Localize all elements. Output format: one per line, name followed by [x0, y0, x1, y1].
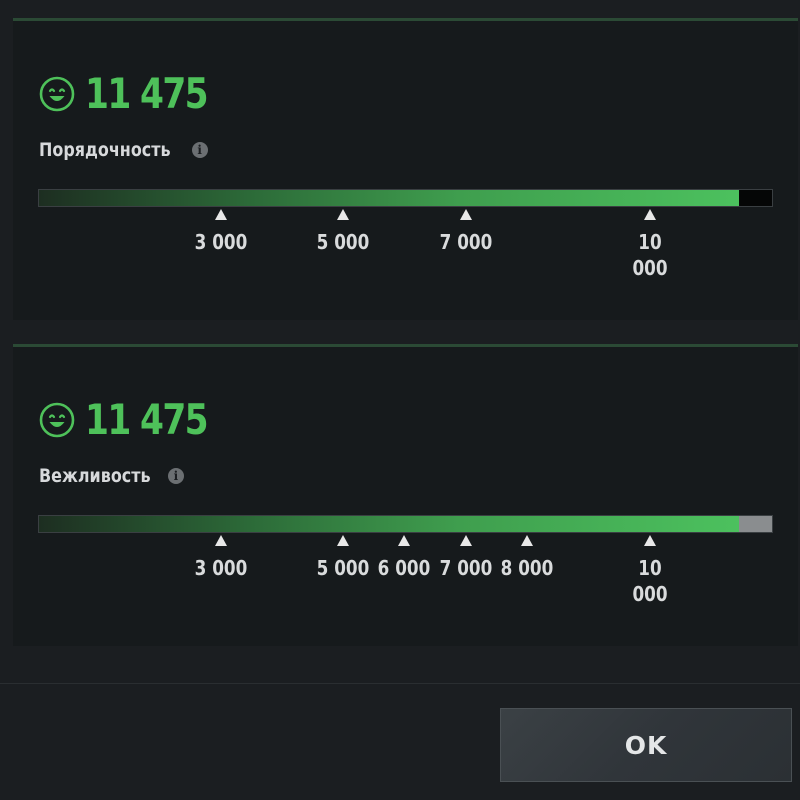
tick-marker — [337, 535, 350, 546]
label-row: Вежливость i — [39, 463, 184, 489]
tick-label: 8 000 — [500, 556, 554, 580]
tick-marker — [459, 535, 472, 546]
tick-label: 6 000 — [377, 556, 431, 580]
footer-divider — [0, 683, 800, 684]
tick-label: 3 000 — [194, 230, 248, 254]
info-icon[interactable]: i — [167, 468, 184, 484]
conduct-progress-fill — [39, 190, 739, 206]
tick-marker — [215, 535, 227, 546]
label-row: Порядочность i — [39, 137, 208, 163]
courtesy-score: 11 475 — [85, 395, 209, 444]
score-row: 11 475 — [39, 69, 234, 119]
conduct-progress-remainder — [739, 190, 772, 206]
info-icon[interactable]: i — [191, 142, 208, 158]
conduct-panel: 11 475 Порядочность i 3 000 5 000 7 000 10 … — [13, 18, 798, 320]
tick-label: 7 000 — [439, 230, 493, 254]
conduct-label: Порядочность — [39, 139, 171, 161]
courtesy-progress-fill — [39, 516, 739, 532]
tick-marker — [215, 209, 227, 220]
courtesy-progress-bar — [38, 515, 773, 533]
tick-label: 7 000 — [439, 556, 493, 580]
tick-label: 10 000 — [631, 556, 668, 606]
smiley-face-icon — [39, 402, 75, 438]
tick-marker — [643, 535, 656, 546]
smiley-face-icon — [39, 76, 75, 112]
tick-label: 3 000 — [194, 556, 248, 580]
tick-label: 10 000 — [631, 230, 668, 280]
score-row: 11 475 — [39, 395, 234, 445]
tick-marker — [337, 209, 350, 220]
tick-marker — [398, 535, 411, 546]
tick-marker — [520, 535, 533, 546]
tick-label: 5 000 — [316, 556, 370, 580]
conduct-progress-bar — [38, 189, 773, 207]
courtesy-panel: 11 475 Вежливость i 3 000 5 000 6 000 7 000… — [13, 344, 798, 646]
courtesy-progress-remainder — [739, 516, 772, 532]
courtesy-label: Вежливость — [39, 465, 151, 487]
tick-marker — [643, 209, 656, 220]
tick-label: 5 000 — [316, 230, 370, 254]
behavior-score-dialog: 11 475 Порядочность i 3 000 5 000 7 000 10 … — [0, 0, 800, 800]
tick-marker — [459, 209, 472, 220]
conduct-score: 11 475 — [85, 69, 209, 118]
ok-button[interactable]: OK — [500, 708, 792, 782]
